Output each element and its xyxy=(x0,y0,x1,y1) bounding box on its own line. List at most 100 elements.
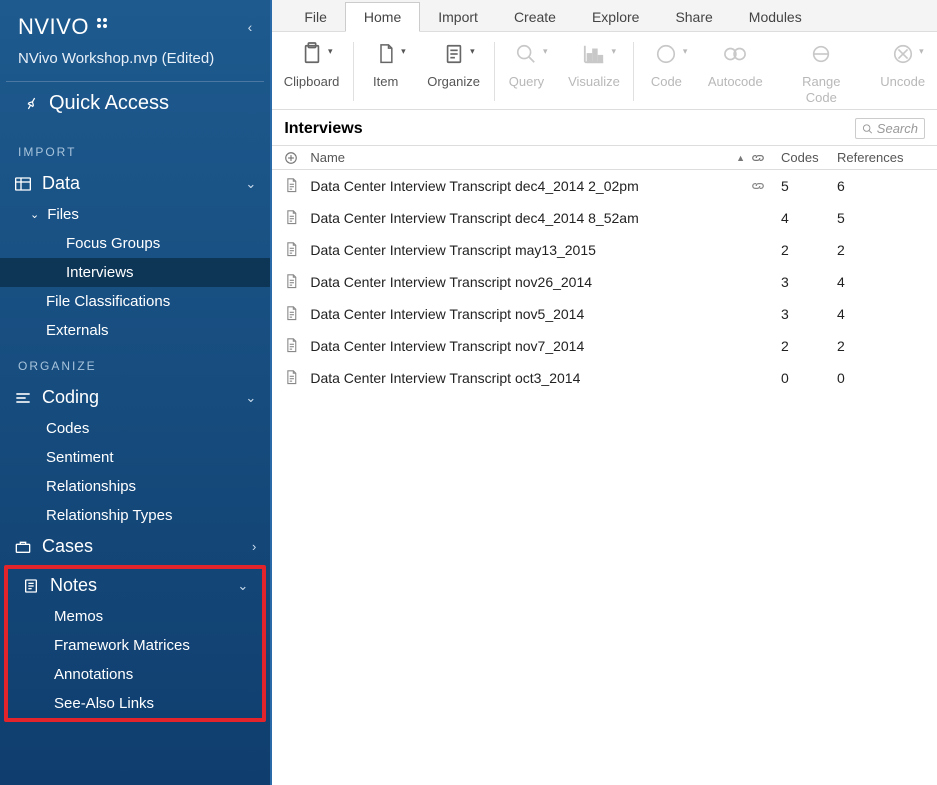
nav-interviews[interactable]: Interviews xyxy=(0,258,270,287)
tab-explore[interactable]: Explore xyxy=(574,3,657,31)
row-references: 5 xyxy=(837,210,925,226)
row-codes: 4 xyxy=(781,210,837,226)
nav-cases[interactable]: Cases › xyxy=(0,530,270,563)
nav-data-label: Data xyxy=(42,173,80,194)
dropdown-icon: ▾ xyxy=(401,46,406,57)
autocode-icon xyxy=(723,38,747,70)
collapse-sidebar-button[interactable]: ‹ xyxy=(248,19,253,35)
query-icon: ▾ xyxy=(515,38,537,70)
sort-asc-icon: ▲ xyxy=(736,153,745,163)
ribbon-visualize[interactable]: ▾ Visualize xyxy=(557,38,632,90)
table-row[interactable]: Data Center Interview Transcript dec4_20… xyxy=(272,170,937,202)
ribbon-query[interactable]: ▾ Query xyxy=(496,38,556,90)
table-row[interactable]: Data Center Interview Transcript nov5_20… xyxy=(272,298,937,330)
expand-column-icon[interactable] xyxy=(284,151,310,165)
row-codes: 3 xyxy=(781,306,837,322)
nav-file-classifications[interactable]: File Classifications xyxy=(0,287,270,316)
table-row[interactable]: Data Center Interview Transcript oct3_20… xyxy=(272,362,937,394)
tab-modules[interactable]: Modules xyxy=(731,3,820,31)
nav-relationships[interactable]: Relationships xyxy=(0,472,270,501)
tab-file[interactable]: File xyxy=(286,3,345,31)
project-name: NVivo Workshop.nvp (Edited) xyxy=(0,48,270,81)
ribbon-code[interactable]: ▾ Code xyxy=(636,38,696,90)
nav-files-label: Files xyxy=(47,206,79,223)
nav-codes[interactable]: Codes xyxy=(0,414,270,443)
search-input[interactable]: Search xyxy=(855,118,925,139)
document-icon xyxy=(284,177,310,194)
nav-framework-matrices[interactable]: Framework Matrices xyxy=(8,631,262,660)
nav-notes-label: Notes xyxy=(50,575,97,596)
row-references: 2 xyxy=(837,338,925,354)
column-link-icon[interactable] xyxy=(751,151,781,165)
range-code-icon xyxy=(809,38,833,70)
ribbon-item[interactable]: ▾ Item xyxy=(356,38,416,90)
nav-files[interactable]: ⌄ Files xyxy=(0,200,270,229)
ribbon-autocode[interactable]: Autocode xyxy=(696,38,774,90)
nav-coding[interactable]: Coding ⌄ xyxy=(0,381,270,414)
nav-externals[interactable]: Externals xyxy=(0,316,270,345)
row-name: Data Center Interview Transcript nov7_20… xyxy=(310,338,751,354)
tab-share[interactable]: Share xyxy=(657,3,730,31)
chevron-down-icon: ⌄ xyxy=(30,208,39,221)
nav-memos[interactable]: Memos xyxy=(8,602,262,631)
row-name: Data Center Interview Transcript dec4_20… xyxy=(310,178,751,194)
row-name: Data Center Interview Transcript nov5_20… xyxy=(310,306,751,322)
tab-import[interactable]: Import xyxy=(420,3,496,31)
ribbon-organize[interactable]: ▾ Organize xyxy=(416,38,492,90)
ribbon-range-code[interactable]: Range Code xyxy=(774,38,868,105)
document-icon xyxy=(284,273,310,290)
coding-icon xyxy=(14,391,32,405)
document-icon xyxy=(284,209,310,226)
nav-see-also-links[interactable]: See-Also Links xyxy=(8,689,262,718)
tab-create[interactable]: Create xyxy=(496,3,574,31)
data-icon xyxy=(14,177,32,191)
nav-sentiment[interactable]: Sentiment xyxy=(0,443,270,472)
dropdown-icon: ▾ xyxy=(611,46,616,57)
document-icon xyxy=(284,305,310,322)
quick-access-button[interactable]: Quick Access xyxy=(6,81,264,131)
sidebar: NVIVO ‹ NVivo Workshop.nvp (Edited) Quic… xyxy=(0,0,270,785)
column-name[interactable]: Name ▲ xyxy=(310,150,751,165)
row-name: Data Center Interview Transcript dec4_20… xyxy=(310,210,751,226)
ribbon-clipboard[interactable]: ▾ Clipboard xyxy=(272,38,350,90)
cases-icon xyxy=(14,540,32,554)
dropdown-icon: ▾ xyxy=(683,46,688,57)
nav-notes[interactable]: Notes ⌄ xyxy=(8,569,262,602)
row-codes: 3 xyxy=(781,274,837,290)
nav-data[interactable]: Data ⌄ xyxy=(0,167,270,200)
row-references: 6 xyxy=(837,178,925,194)
dropdown-icon: ▾ xyxy=(470,46,475,57)
dropdown-icon: ▾ xyxy=(328,46,333,57)
table-row[interactable]: Data Center Interview Transcript may13_2… xyxy=(272,234,937,266)
tab-home[interactable]: Home xyxy=(345,2,420,32)
list-header: Interviews Search xyxy=(272,110,937,146)
clipboard-icon: ▾ xyxy=(301,38,323,70)
document-icon xyxy=(284,241,310,258)
table-row[interactable]: Data Center Interview Transcript nov7_20… xyxy=(272,330,937,362)
app-logo: NVIVO xyxy=(18,14,107,40)
table-row[interactable]: Data Center Interview Transcript nov26_2… xyxy=(272,266,937,298)
column-references[interactable]: References xyxy=(837,150,925,165)
nav-relationship-types[interactable]: Relationship Types xyxy=(0,501,270,530)
list-title: Interviews xyxy=(284,120,362,138)
uncode-icon: ▾ xyxy=(892,38,914,70)
chevron-right-icon: › xyxy=(252,539,256,554)
nav-focus-groups[interactable]: Focus Groups xyxy=(0,229,270,258)
chevron-down-icon: ⌄ xyxy=(237,578,248,594)
ribbon: ▾ Clipboard ▾ Item ▾ Organize ▾ Quer xyxy=(272,32,937,110)
notes-icon xyxy=(22,578,40,594)
document-icon xyxy=(284,337,310,354)
nav-annotations[interactable]: Annotations xyxy=(8,660,262,689)
quick-access-label: Quick Access xyxy=(49,92,169,115)
menu-tabbar: File Home Import Create Explore Share Mo… xyxy=(272,0,937,32)
chevron-down-icon: ⌄ xyxy=(245,390,256,406)
section-organize: ORGANIZE xyxy=(0,345,270,381)
column-codes[interactable]: Codes xyxy=(781,150,837,165)
organize-icon: ▾ xyxy=(443,38,465,70)
section-import: IMPORT xyxy=(0,131,270,167)
item-icon: ▾ xyxy=(376,38,396,70)
table-row[interactable]: Data Center Interview Transcript dec4_20… xyxy=(272,202,937,234)
ribbon-uncode[interactable]: ▾ Uncode xyxy=(868,38,937,90)
notes-highlight-box: Notes ⌄ Memos Framework Matrices Annotat… xyxy=(4,565,266,722)
dropdown-icon: ▾ xyxy=(919,46,924,57)
